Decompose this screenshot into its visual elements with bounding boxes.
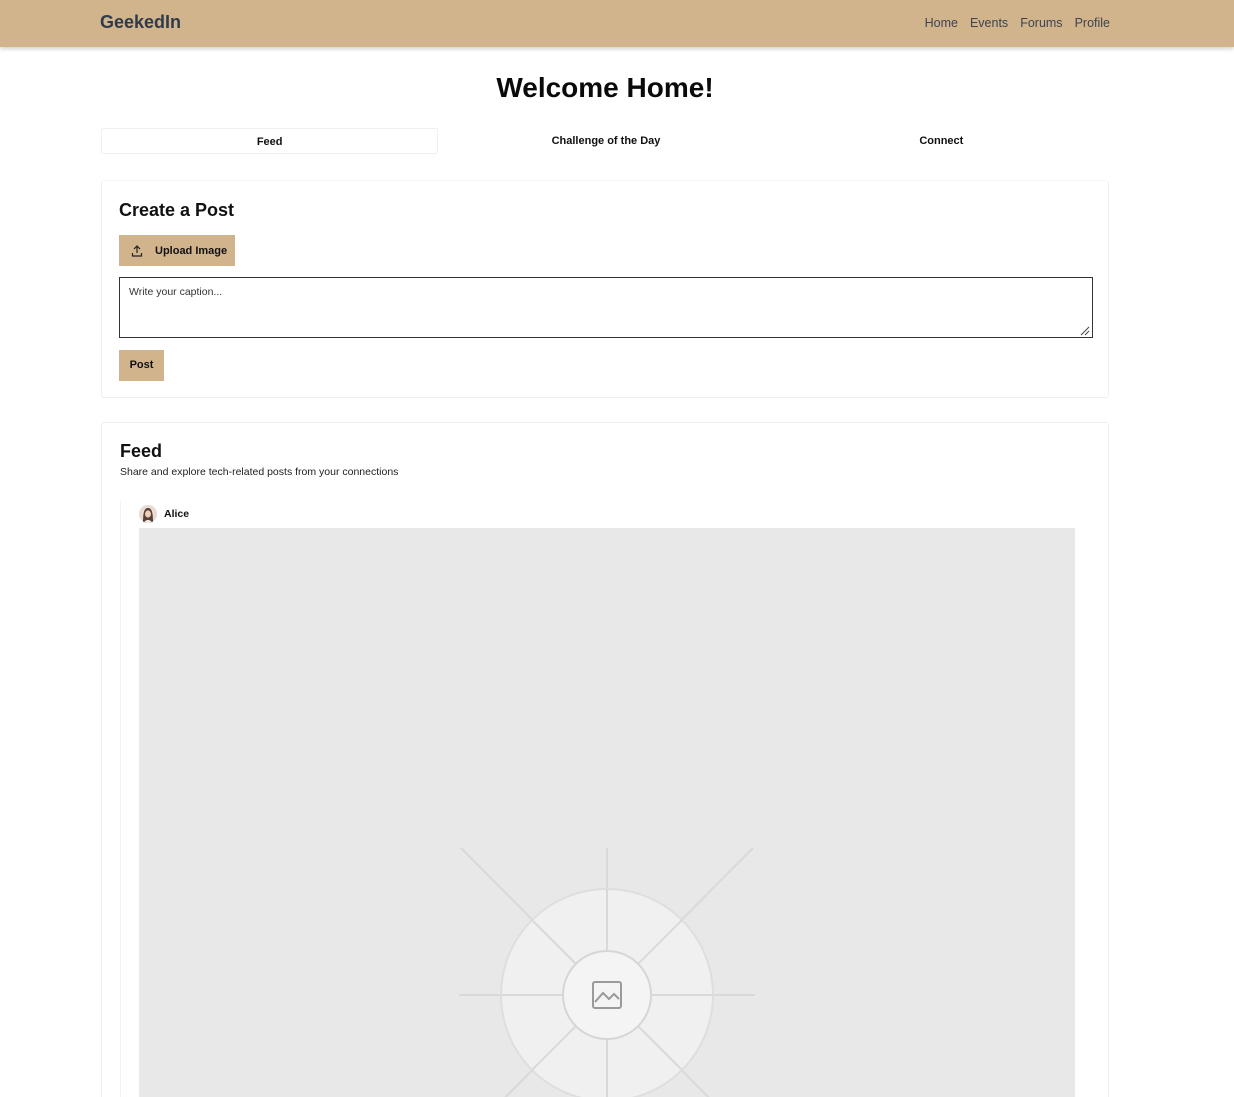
page-title: Welcome Home! (496, 72, 714, 103)
post-button[interactable]: Post (119, 350, 164, 381)
image-placeholder-icon (459, 847, 755, 1097)
upload-image-button[interactable]: Upload Image (119, 235, 235, 266)
post-item: Alice (120, 501, 1075, 1097)
tab-bar: Feed Challenge of the Day Connect (101, 128, 1109, 154)
tab-connect[interactable]: Connect (774, 128, 1109, 154)
resize-handle-icon[interactable] (1078, 324, 1090, 336)
nav-home-link[interactable]: Home (925, 16, 958, 30)
nav-forums-link[interactable]: Forums (1020, 16, 1062, 30)
feed-subtitle: Share and explore tech-related posts fro… (120, 466, 399, 478)
caption-input[interactable] (119, 277, 1093, 338)
post-author[interactable]: Alice (164, 508, 189, 520)
brand-logo[interactable]: GeekedIn (100, 12, 181, 33)
upload-image-label: Upload Image (155, 244, 228, 257)
upload-icon (131, 244, 143, 257)
nav-events-link[interactable]: Events (970, 16, 1008, 30)
tab-feed[interactable]: Feed (101, 128, 439, 154)
create-post-card: Create a Post Upload Image Post (101, 180, 1109, 398)
feed-card: Feed Share and explore tech-related post… (101, 422, 1109, 1097)
avatar[interactable] (139, 505, 157, 523)
nav-links: Home Events Forums Profile (925, 16, 1110, 30)
tab-challenge-of-the-day[interactable]: Challenge of the Day (438, 128, 773, 154)
post-image[interactable] (139, 528, 1075, 1097)
top-navbar: GeekedIn Home Events Forums Profile (0, 0, 1234, 47)
nav-profile-link[interactable]: Profile (1075, 16, 1110, 30)
create-post-title: Create a Post (119, 200, 235, 220)
feed-title: Feed (120, 441, 163, 461)
